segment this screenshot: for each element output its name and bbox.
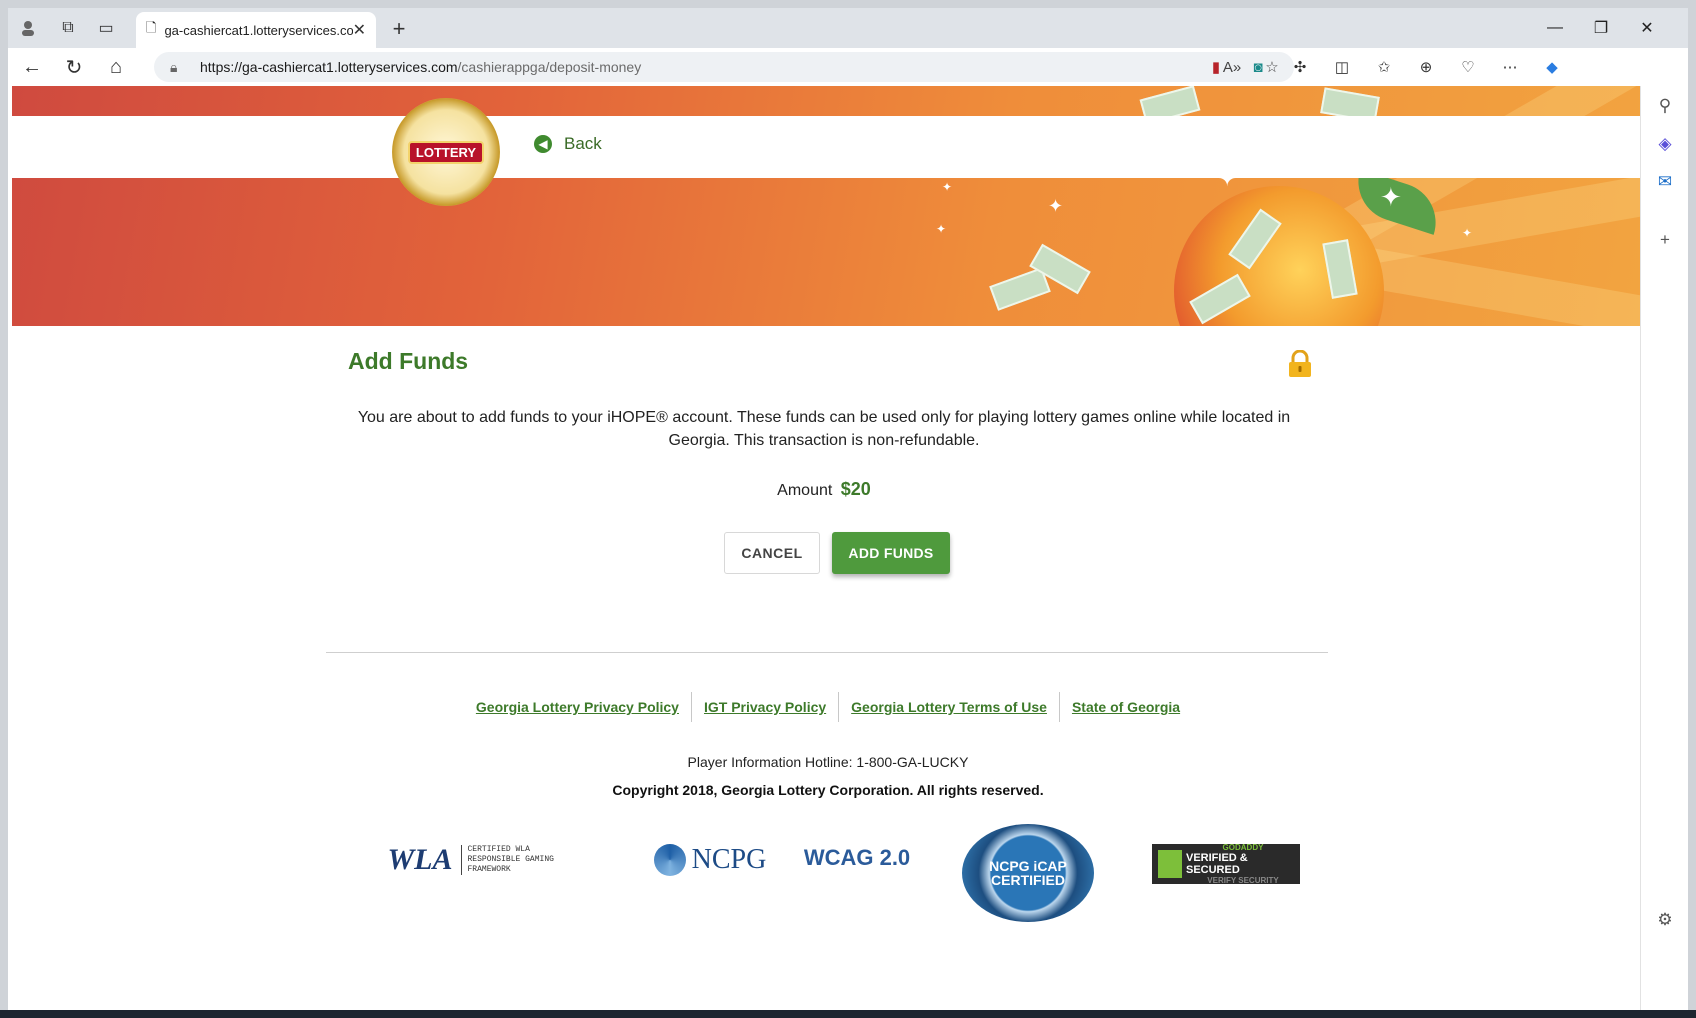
address-bar[interactable]: 🔒︎ https://ga-cashiercat1.lotteryservice… bbox=[154, 52, 1294, 82]
description-text: You are about to add funds to your iHOPE… bbox=[357, 409, 1291, 449]
ncpg-badge[interactable]: NCPG bbox=[640, 838, 780, 882]
copilot-sidebar-icon[interactable]: ◈ bbox=[1651, 130, 1679, 158]
logo-text: LOTTERY bbox=[407, 140, 485, 164]
add-sidebar-app-icon[interactable]: + bbox=[1651, 226, 1679, 254]
amount-row: Amount $20 bbox=[12, 479, 1636, 500]
wla-text: CERTIFIED WLA RESPONSIBLE GAMING FRAMEWO… bbox=[460, 845, 571, 875]
amount-label: Amount bbox=[777, 482, 833, 499]
wcag-badge[interactable]: WCAG 2.0 bbox=[802, 838, 912, 878]
sparkle: ✦ bbox=[1380, 182, 1402, 212]
terms-of-use-link[interactable]: Georgia Lottery Terms of Use bbox=[839, 692, 1060, 722]
url-path: /cashierappga/deposit-money bbox=[457, 59, 642, 75]
tab-actions-icon[interactable]: ▭ bbox=[90, 14, 122, 42]
sparkle: ✦ bbox=[1048, 196, 1064, 216]
copilot-icon[interactable]: ◆ bbox=[1538, 54, 1566, 80]
url-host: https://ga-cashiercat1.lotteryservices.c… bbox=[200, 59, 458, 75]
icap-certified-badge[interactable]: NCPG iCAP CERTIFIED bbox=[962, 824, 1094, 922]
close-window-button[interactable]: ✕ bbox=[1624, 8, 1670, 48]
header-bar bbox=[12, 116, 1640, 178]
godaddy-main: VERIFIED & SECURED bbox=[1186, 852, 1248, 876]
favorites-icon[interactable]: ✩ bbox=[1370, 54, 1398, 80]
home-icon[interactable]: ⌂ bbox=[100, 52, 132, 82]
tab-title: ga-cashiercat1.lotteryservices.com bbox=[164, 22, 353, 38]
godaddy-sub: VERIFY SECURITY bbox=[1207, 876, 1279, 885]
sparkle: ✦ bbox=[936, 222, 947, 236]
godaddy-label: GODADDY bbox=[1222, 843, 1264, 852]
tab-bar: ⧉ ▭ 🗋 ga-cashiercat1.lotteryservices.com… bbox=[8, 8, 1688, 48]
new-tab-button[interactable]: + bbox=[384, 14, 414, 44]
profile-avatar-icon[interactable] bbox=[12, 14, 44, 42]
back-label: Back bbox=[564, 134, 602, 153]
hotline-text: Player Information Hotline: 1-800-GA-LUC… bbox=[687, 754, 969, 770]
sparkle: ✦ bbox=[942, 180, 953, 194]
edge-sidebar: ⚲ ◈ ✉ + ⚙ bbox=[1640, 86, 1688, 1014]
igt-privacy-link[interactable]: IGT Privacy Policy bbox=[692, 692, 840, 722]
extension-red-icon[interactable]: ▮ bbox=[1202, 54, 1230, 80]
padlock-icon bbox=[1289, 350, 1311, 377]
os-taskbar bbox=[0, 1010, 1696, 1018]
lock-icon[interactable]: 🔒︎ bbox=[170, 59, 186, 76]
cancel-button[interactable]: CANCEL bbox=[724, 532, 820, 574]
back-arrow-icon[interactable]: ← bbox=[16, 52, 48, 82]
amount-value: $20 bbox=[840, 479, 871, 499]
page-title: Add Funds bbox=[348, 348, 469, 374]
collections-icon[interactable]: ⧉ bbox=[52, 14, 84, 42]
browser-essentials-icon[interactable]: ♡ bbox=[1454, 54, 1482, 80]
outlook-icon[interactable]: ✉ bbox=[1651, 168, 1679, 196]
state-of-georgia-link[interactable]: State of Georgia bbox=[1060, 692, 1192, 722]
extensions-puzzle-icon[interactable]: ✣ bbox=[1286, 54, 1314, 80]
settings-gear-icon[interactable]: ⚙ bbox=[1651, 906, 1679, 934]
footer-divider bbox=[326, 652, 1328, 653]
ncpg-text: NCPG bbox=[691, 844, 767, 875]
shield-icon bbox=[1158, 850, 1182, 878]
split-screen-icon[interactable]: ◫ bbox=[1328, 54, 1356, 80]
more-menu-icon[interactable]: ⋯ bbox=[1496, 54, 1524, 80]
wla-badge[interactable]: WLA CERTIFIED WLA RESPONSIBLE GAMING FRA… bbox=[364, 826, 594, 894]
sparkle: ✦ bbox=[1462, 226, 1473, 240]
refresh-icon[interactable]: ↻ bbox=[58, 52, 90, 82]
georgia-lottery-logo[interactable]: LOTTERY bbox=[392, 98, 500, 206]
icap-text: NCPG iCAP CERTIFIED bbox=[989, 858, 1067, 888]
search-icon[interactable]: ⚲ bbox=[1651, 92, 1679, 120]
minimize-button[interactable]: — bbox=[1532, 8, 1578, 48]
page-content: ✦ ✦ ✦ ✦ ✦ ✦ LOTTERY ◀ Back Add Funds You… bbox=[12, 86, 1640, 1010]
extension-teal-icon[interactable]: ◙ bbox=[1244, 54, 1272, 80]
browser-window: ⧉ ▭ 🗋 ga-cashiercat1.lotteryservices.com… bbox=[8, 8, 1688, 1014]
hero-banner: ✦ ✦ ✦ ✦ ✦ ✦ LOTTERY ◀ Back bbox=[12, 86, 1640, 326]
add-funds-button[interactable]: ADD FUNDS bbox=[832, 532, 950, 574]
address-toolbar: ← ↻ ⌂ 🔒︎ https://ga-cashiercat1.lotterys… bbox=[8, 48, 1688, 86]
footer-links: Georgia Lottery Privacy Policy IGT Priva… bbox=[12, 692, 1640, 722]
active-tab[interactable]: 🗋 ga-cashiercat1.lotteryservices.com ✕ bbox=[136, 12, 376, 48]
ncpg-swirl-icon bbox=[653, 844, 686, 876]
collections-add-icon[interactable]: ⊕ bbox=[1412, 54, 1440, 80]
godaddy-seal[interactable]: GODADDY VERIFIED & SECURED VERIFY SECURI… bbox=[1152, 843, 1300, 885]
back-circle-icon: ◀ bbox=[534, 135, 552, 153]
restore-button[interactable]: ❐ bbox=[1578, 8, 1624, 48]
close-tab-icon[interactable]: ✕ bbox=[353, 20, 366, 40]
back-link[interactable]: ◀ Back bbox=[534, 134, 602, 154]
wla-mark: WLA bbox=[387, 843, 453, 876]
copyright-text: Copyright 2018, Georgia Lottery Corporat… bbox=[612, 782, 1044, 798]
privacy-policy-link[interactable]: Georgia Lottery Privacy Policy bbox=[464, 692, 692, 722]
page-icon: 🗋 bbox=[146, 20, 157, 35]
